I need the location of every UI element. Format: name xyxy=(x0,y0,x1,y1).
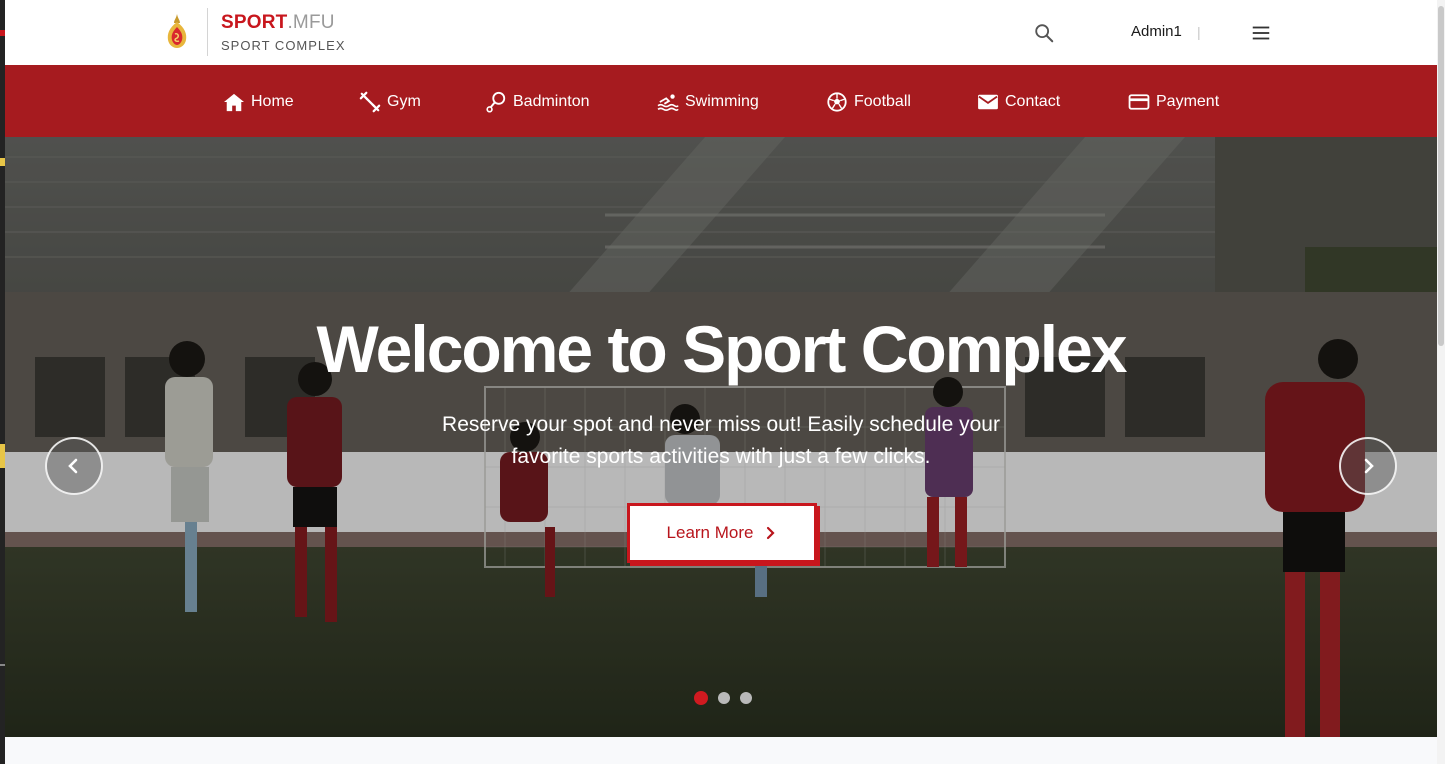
brand-subtitle: SPORT COMPLEX xyxy=(221,38,346,53)
hero-description-line-2: favorite sports activities with just a f… xyxy=(511,445,931,468)
nav-item-label: Home xyxy=(251,93,294,110)
mail-icon xyxy=(978,94,998,110)
carousel-dot-1[interactable] xyxy=(694,691,708,705)
carousel-next-button[interactable] xyxy=(1339,437,1397,495)
nav-item-football[interactable]: Football xyxy=(826,91,911,113)
hero-carousel: Welcome to Sport Complex Reserve your sp… xyxy=(5,137,1437,737)
search-icon[interactable] xyxy=(1033,22,1055,44)
swimming-icon xyxy=(657,94,679,111)
user-separator: | xyxy=(1197,24,1201,40)
scrollbar[interactable] xyxy=(1437,0,1445,764)
chevron-left-icon xyxy=(68,458,78,474)
below-hero-section xyxy=(5,737,1437,764)
mfu-logo-icon[interactable] xyxy=(165,14,189,50)
main-nav: Home Gym Badminton Swimming Football Con… xyxy=(5,65,1437,137)
nav-item-swimming[interactable]: Swimming xyxy=(657,91,759,113)
nav-item-gym[interactable]: Gym xyxy=(359,91,421,113)
nav-item-label: Contact xyxy=(1005,93,1061,110)
nav-item-home[interactable]: Home xyxy=(223,91,294,113)
nav-item-label: Swimming xyxy=(685,93,759,110)
logo-divider xyxy=(207,8,208,56)
carousel-dot-3[interactable] xyxy=(740,692,752,704)
nav-item-label: Gym xyxy=(387,93,421,110)
nav-item-payment[interactable]: Payment xyxy=(1128,91,1219,113)
dumbbell-icon xyxy=(359,91,381,113)
football-icon xyxy=(827,92,847,112)
learn-more-label: Learn More xyxy=(666,523,754,542)
brand-primary: SPORT xyxy=(221,12,288,33)
nav-item-label: Football xyxy=(854,93,911,110)
hero-description-line-1: Reserve your spot and never miss out! Ea… xyxy=(442,413,1000,436)
hamburger-menu-icon[interactable] xyxy=(1250,22,1272,44)
carousel-indicators xyxy=(689,691,757,705)
nav-item-contact[interactable]: Contact xyxy=(977,91,1060,113)
nav-item-label: Badminton xyxy=(513,93,590,110)
nav-item-badminton[interactable]: Badminton xyxy=(485,91,590,113)
home-icon xyxy=(224,93,244,112)
brand-secondary: .MFU xyxy=(287,12,335,33)
hero-title: Welcome to Sport Complex xyxy=(316,312,1128,386)
nav-item-label: Payment xyxy=(1156,93,1220,110)
chevron-right-icon xyxy=(1364,458,1374,474)
credit-card-icon xyxy=(1128,94,1150,110)
brand-name[interactable]: SPORT.MFU xyxy=(221,12,335,34)
page: SPORT.MFU SPORT COMPLEX Admin1 | Home Gy… xyxy=(5,0,1437,764)
carousel-prev-button[interactable] xyxy=(45,437,103,495)
carousel-dot-2[interactable] xyxy=(718,692,730,704)
chevron-right-icon xyxy=(767,526,776,540)
top-header: SPORT.MFU SPORT COMPLEX Admin1 | xyxy=(5,0,1437,65)
user-account-link[interactable]: Admin1 xyxy=(1131,23,1182,40)
hero-description: Reserve your spot and never miss out! Ea… xyxy=(405,409,1037,473)
scrollbar-thumb[interactable] xyxy=(1438,6,1444,346)
learn-more-button[interactable]: Learn More xyxy=(627,503,817,563)
badminton-icon xyxy=(486,91,506,113)
